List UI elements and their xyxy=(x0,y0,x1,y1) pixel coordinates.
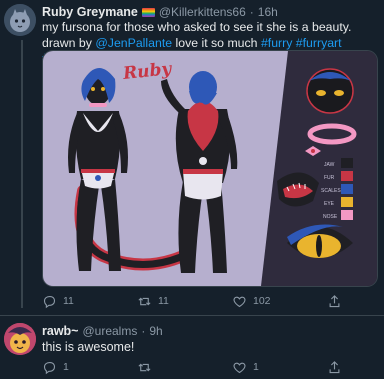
retweet-icon xyxy=(138,297,151,305)
rainbow-flag-icon xyxy=(141,7,155,17)
dot-separator: · xyxy=(249,5,254,19)
palette-label: JAW xyxy=(324,162,335,168)
reply-share-button[interactable] xyxy=(327,360,367,375)
display-name[interactable]: Ruby Greymane xyxy=(42,5,138,19)
reply-avatar[interactable] xyxy=(4,323,36,355)
palette-label: FUR xyxy=(324,175,335,181)
palette-label: SCALES xyxy=(321,188,341,194)
reply-header: rawb~ @urealms · 9h xyxy=(42,323,163,339)
timestamp[interactable]: 16h xyxy=(258,5,278,19)
avatar-image xyxy=(4,4,36,36)
main-tweet[interactable]: Ruby Greymane @Killerkittens66 · 16h my … xyxy=(0,0,384,316)
like-count: 102 xyxy=(253,295,271,307)
reply-timestamp[interactable]: 9h xyxy=(149,324,162,338)
palette-label: NOSE xyxy=(323,214,338,220)
reply-reply-button[interactable]: 1 xyxy=(42,360,137,375)
like-button[interactable]: 102 xyxy=(232,294,327,309)
tweet-header: Ruby Greymane @Killerkittens66 · 16h xyxy=(42,4,377,20)
reply-avatar-image xyxy=(4,323,36,355)
head-detail xyxy=(306,68,354,114)
tweet-actions: 11 11 102 xyxy=(42,292,377,310)
reply-icon xyxy=(43,361,56,374)
mention-link[interactable]: @JenPallante xyxy=(95,36,172,50)
retweet-icon xyxy=(138,363,151,371)
character-reference-sheet: Ruby JAW FUR SCALES EYE NOSE xyxy=(43,51,377,286)
dot-separator: · xyxy=(141,324,146,338)
share-icon xyxy=(329,294,340,307)
share-icon xyxy=(329,360,340,373)
palette-label: EYE xyxy=(324,201,335,207)
retweet-count: 11 xyxy=(158,295,169,307)
reply-display-name[interactable]: rawb~ xyxy=(42,324,78,338)
tweet-image[interactable]: Ruby JAW FUR SCALES EYE NOSE xyxy=(42,50,378,287)
reply-button[interactable]: 11 xyxy=(42,294,137,309)
reply-icon xyxy=(43,295,56,308)
heart-icon xyxy=(233,296,246,307)
tweet-divider xyxy=(0,315,384,316)
avatar[interactable] xyxy=(4,4,36,36)
heart-icon xyxy=(233,362,246,373)
share-button[interactable] xyxy=(327,294,367,309)
user-handle[interactable]: @Killerkittens66 xyxy=(159,5,246,19)
reply-like-count: 1 xyxy=(253,361,259,373)
reply-like-button[interactable]: 1 xyxy=(232,360,327,375)
reply-count: 11 xyxy=(63,295,74,307)
thread-line xyxy=(21,40,23,308)
tweet-text-part: love it so much xyxy=(172,35,261,50)
retweet-button[interactable]: 11 xyxy=(137,294,232,309)
reply-retweet-button[interactable] xyxy=(137,360,232,375)
reply-actions: 1 1 xyxy=(42,358,377,376)
reply-user-handle[interactable]: @urealms xyxy=(82,324,137,338)
reply-text: this is awesome! xyxy=(42,340,135,354)
reply-reply-count: 1 xyxy=(63,361,69,373)
